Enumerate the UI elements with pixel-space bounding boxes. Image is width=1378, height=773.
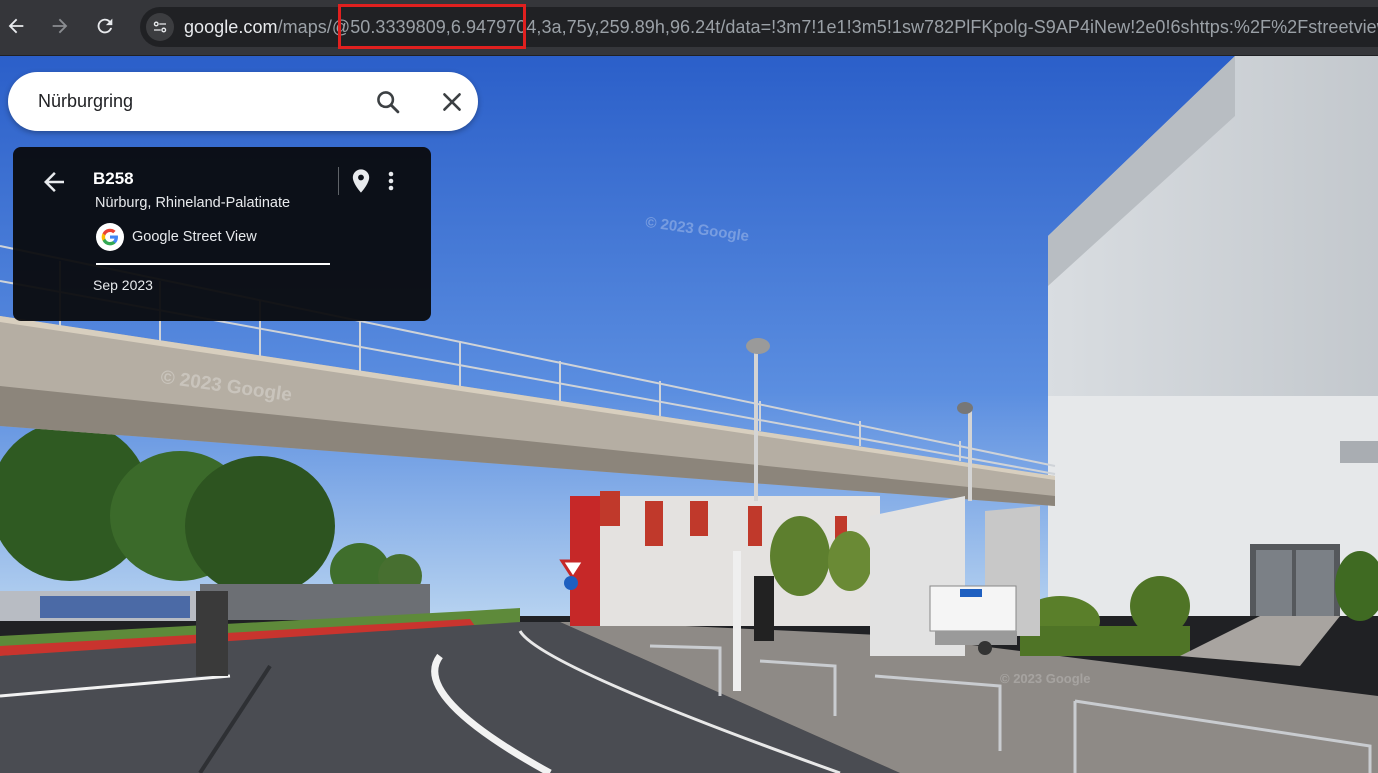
browser-toolbar: google.com/maps/@50.3339809,6.9479704,3a…	[0, 0, 1378, 56]
provider-label[interactable]: Google Street View	[132, 229, 257, 245]
back-button[interactable]	[0, 10, 32, 42]
card-divider	[96, 263, 330, 265]
url-path-rest: 3a,75y,259.89h,96.24t/data=!3m7!1e1!3m5!…	[541, 17, 1378, 37]
address-bar[interactable]: google.com/maps/@50.3339809,6.9479704,3a…	[140, 7, 1378, 47]
close-icon[interactable]	[438, 88, 466, 116]
url-path: /maps/	[277, 17, 332, 37]
tune-icon	[153, 21, 167, 33]
arrow-left-icon	[8, 18, 24, 34]
coordinates-highlight-box	[338, 4, 526, 49]
search-box[interactable]: Nürburgring	[8, 72, 478, 131]
url-host: google.com	[184, 17, 278, 37]
google-logo-icon	[96, 223, 124, 251]
location-subtitle: Nürburg, Rhineland-Palatinate	[95, 195, 291, 211]
back-arrow-icon[interactable]	[39, 167, 69, 197]
location-title: B258	[93, 169, 134, 188]
forward-button[interactable]	[44, 10, 76, 42]
reload-icon	[97, 18, 113, 34]
map-pin-icon[interactable]	[347, 165, 375, 197]
more-vert-icon[interactable]	[381, 167, 401, 195]
reload-button[interactable]	[89, 10, 121, 42]
site-info-button[interactable]	[146, 13, 174, 41]
search-input[interactable]: Nürburgring	[38, 91, 133, 112]
watermark-ground: © 2023 Google	[1000, 671, 1091, 686]
card-separator	[338, 167, 339, 195]
arrow-right-icon	[52, 18, 68, 34]
street-view-info-card: B258 Nürburg, Rhineland-Palatinate Googl…	[13, 147, 431, 321]
capture-date[interactable]: Sep 2023	[93, 277, 153, 293]
search-icon[interactable]	[374, 88, 402, 116]
